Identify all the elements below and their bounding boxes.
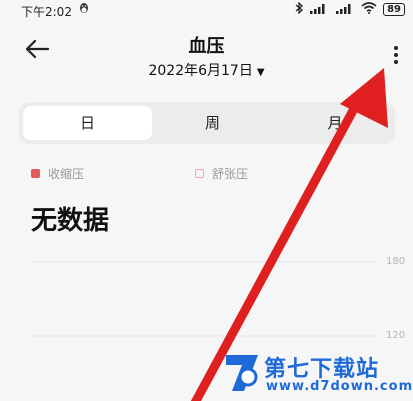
period-tabs: 日 周 月 — [19, 102, 395, 144]
tab-month[interactable]: 月 — [275, 106, 395, 140]
signal-icon-1 — [309, 2, 329, 17]
more-options-button[interactable] — [390, 44, 402, 66]
y-tick-120: 120 — [386, 330, 406, 341]
watermark: 第七下载站 www.d7down.com — [222, 349, 413, 399]
more-vertical-icon — [394, 46, 398, 64]
diastolic-swatch — [195, 169, 204, 178]
bluetooth-icon — [295, 1, 304, 17]
y-tick-180: 180 — [386, 256, 406, 267]
date-label: 2022年6月17日 — [148, 63, 253, 79]
diastolic-label: 舒张压 — [212, 167, 249, 181]
status-bar: 下午2:02 89 — [0, 0, 413, 22]
caret-down-icon: ▼ — [256, 67, 265, 78]
page-title: 血压 — [188, 36, 225, 57]
notification-app-icon — [79, 2, 89, 17]
systolic-swatch — [31, 169, 40, 178]
legend-systolic: 收缩压 — [31, 165, 84, 182]
watermark-url: www.d7down.com — [266, 379, 413, 394]
battery-indicator: 89 — [383, 3, 405, 16]
tab-day[interactable]: 日 — [23, 106, 152, 140]
wifi-icon — [361, 2, 377, 17]
systolic-label: 收缩压 — [48, 167, 85, 181]
watermark-logo-icon — [226, 355, 258, 391]
legend-diastolic: 舒张压 — [195, 165, 248, 182]
signal-icon-2 — [335, 2, 355, 17]
tab-week[interactable]: 周 — [148, 106, 277, 140]
date-picker[interactable]: 2022年6月17日 ▼ — [0, 60, 413, 80]
no-data-message: 无数据 — [31, 206, 110, 236]
status-time: 下午2:02 — [21, 5, 72, 19]
status-icons: 89 — [295, 1, 405, 17]
